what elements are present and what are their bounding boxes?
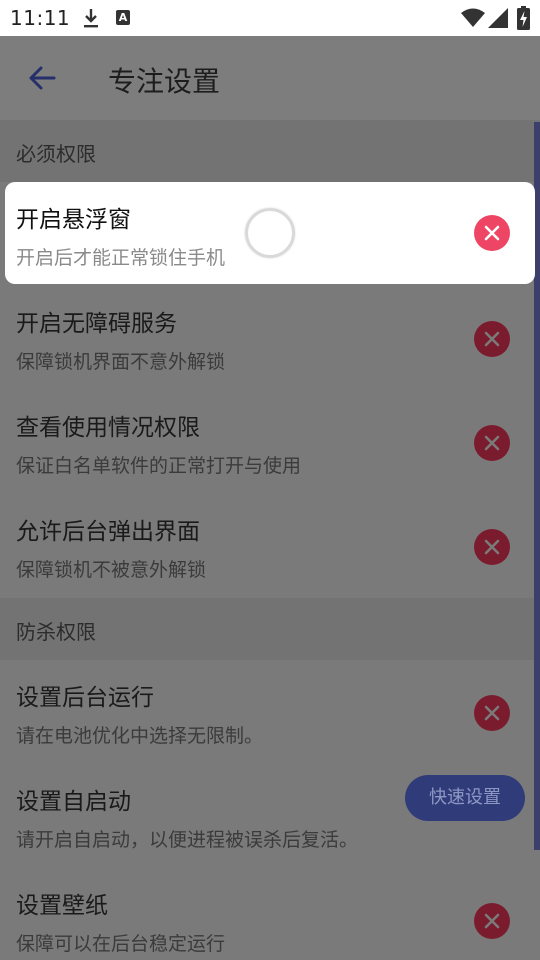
notification-a-icon: A — [116, 10, 130, 25]
row-title: 查看使用情况权限 — [16, 415, 200, 441]
wifi-icon — [461, 8, 485, 28]
page-title: 专注设置 — [108, 65, 221, 98]
row-subtitle: 保障锁机不被意外解锁 — [16, 559, 207, 581]
section-label: 防杀权限 — [16, 620, 96, 644]
download-icon — [80, 7, 102, 29]
permission-row-accessibility[interactable]: 开启无障碍服务 保障锁机界面不意外解锁 — [0, 286, 540, 390]
not-granted-icon[interactable] — [474, 903, 510, 939]
section-label: 必须权限 — [16, 142, 96, 166]
row-subtitle: 保障锁机界面不意外解锁 — [16, 351, 226, 373]
not-granted-icon[interactable] — [474, 529, 510, 565]
quick-setup-button[interactable]: 快速设置 — [405, 775, 525, 821]
app-bar: 专注设置 — [0, 36, 540, 120]
status-bar: 11:11 A — [0, 0, 540, 36]
permission-row-usage-access[interactable]: 查看使用情况权限 保证白名单软件的正常打开与使用 — [0, 390, 540, 494]
cellular-signal-icon — [488, 8, 508, 28]
battery-charging-icon — [517, 6, 530, 30]
row-subtitle: 请开启自启动，以便进程被误杀后复活。 — [16, 829, 359, 851]
not-granted-icon[interactable] — [474, 321, 510, 357]
row-subtitle: 开启后才能正常锁住手机 — [16, 247, 226, 269]
section-header-protect: 防杀权限 — [0, 598, 540, 660]
row-title: 设置后台运行 — [16, 685, 154, 711]
row-subtitle: 保证白名单软件的正常打开与使用 — [16, 455, 302, 477]
row-title: 开启悬浮窗 — [16, 207, 131, 233]
row-subtitle: 保障可以在后台稳定运行 — [16, 933, 226, 955]
back-arrow-icon[interactable] — [26, 62, 58, 94]
section-header-required: 必须权限 — [0, 120, 540, 182]
row-title: 开启无障碍服务 — [16, 311, 177, 337]
loading-spinner — [245, 208, 295, 258]
status-time: 11:11 — [10, 6, 71, 30]
row-title: 设置壁纸 — [16, 893, 108, 919]
permission-row-background-popup[interactable]: 允许后台弹出界面 保障锁机不被意外解锁 — [0, 494, 540, 598]
not-granted-icon[interactable] — [474, 215, 510, 251]
row-title: 允许后台弹出界面 — [16, 519, 200, 545]
row-title: 设置自启动 — [16, 789, 131, 815]
not-granted-icon[interactable] — [474, 425, 510, 461]
row-subtitle: 请在电池优化中选择无限制。 — [16, 725, 264, 747]
protection-row-background-run[interactable]: 设置后台运行 请在电池优化中选择无限制。 — [0, 660, 540, 764]
not-granted-icon[interactable] — [474, 695, 510, 731]
protection-row-wallpaper[interactable]: 设置壁纸 保障可以在后台稳定运行 — [0, 868, 540, 960]
